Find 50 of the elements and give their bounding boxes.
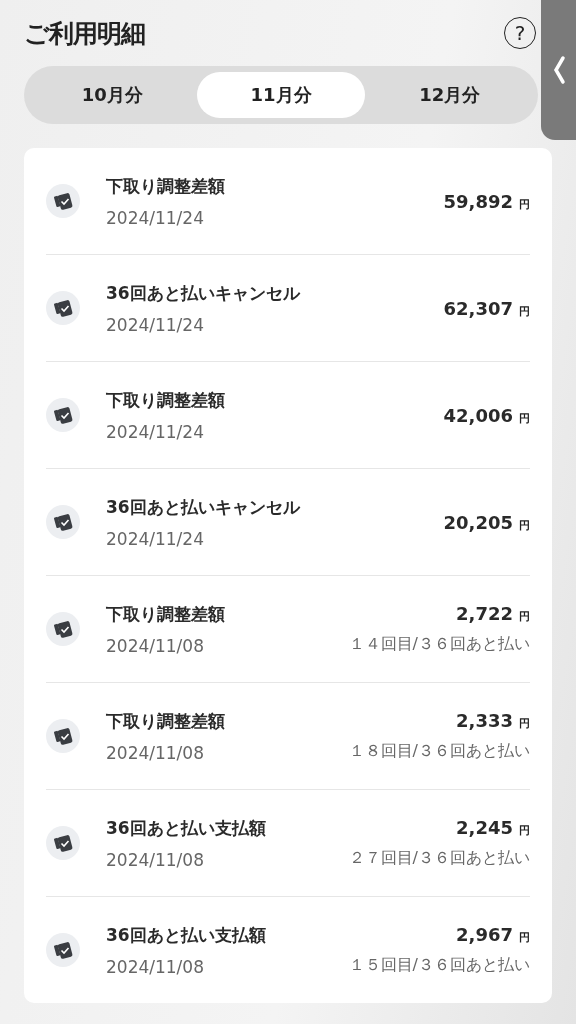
transaction-date: 2024/11/24 xyxy=(106,207,205,228)
amount: 2,722 xyxy=(456,603,513,624)
transaction-title: 36回あと払いキャンセル xyxy=(106,281,302,305)
cards-icon xyxy=(46,398,80,432)
installment-count: ２７回目/３６回あと払い xyxy=(348,848,530,869)
cards-icon xyxy=(46,719,80,753)
transaction-title: 下取り調整差額 xyxy=(106,602,226,626)
amount: 42,006 xyxy=(443,404,513,426)
installment-count: １４回目/３６回あと払い xyxy=(348,634,530,655)
month-tab[interactable]: 11月分 xyxy=(196,72,366,118)
installment-count: １８回目/３６回あと払い xyxy=(348,741,530,762)
cards-icon xyxy=(46,505,80,539)
transaction-title: 36回あと払い支払額 xyxy=(106,816,267,840)
transaction-title: 下取り調整差額 xyxy=(106,709,226,733)
currency-unit: 円 xyxy=(519,716,530,731)
transaction-date: 2024/11/08 xyxy=(106,742,205,763)
cards-icon xyxy=(46,933,80,967)
amount: 2,245 xyxy=(456,817,513,838)
month-tab[interactable]: 10月分 xyxy=(28,72,197,118)
installment-count: １５回目/３６回あと払い xyxy=(348,955,530,976)
amount: 62,307 xyxy=(443,297,513,319)
transaction-title: 36回あと払い支払額 xyxy=(106,923,267,947)
transaction-date: 2024/11/24 xyxy=(106,421,205,442)
transaction-date: 2024/11/08 xyxy=(106,956,205,977)
currency-unit: 円 xyxy=(519,930,530,945)
page-title: ご利用明細 xyxy=(24,17,145,50)
currency-unit: 円 xyxy=(519,410,530,426)
side-handle[interactable] xyxy=(541,0,576,140)
transaction-title: 下取り調整差額 xyxy=(106,388,226,412)
transaction-title: 36回あと払いキャンセル xyxy=(106,495,302,519)
chevron-left-icon xyxy=(551,55,566,85)
cards-icon xyxy=(46,291,80,325)
transaction-date: 2024/11/08 xyxy=(106,635,205,656)
currency-unit: 円 xyxy=(519,196,530,212)
cards-icon xyxy=(46,184,80,218)
currency-unit: 円 xyxy=(519,609,530,624)
amount: 59,892 xyxy=(443,190,513,212)
amount: 2,333 xyxy=(456,710,513,731)
currency-unit: 円 xyxy=(519,517,530,533)
cards-icon xyxy=(46,612,80,646)
transaction-title: 下取り調整差額 xyxy=(106,174,226,198)
cards-icon xyxy=(46,826,80,860)
currency-unit: 円 xyxy=(519,303,530,319)
transaction-date: 2024/11/08 xyxy=(106,849,205,870)
transaction-date: 2024/11/24 xyxy=(106,314,205,335)
month-tab[interactable]: 12月分 xyxy=(365,72,534,118)
transaction-date: 2024/11/24 xyxy=(106,528,205,549)
amount: 20,205 xyxy=(443,511,513,533)
amount: 2,967 xyxy=(456,924,513,945)
currency-unit: 円 xyxy=(519,823,530,838)
